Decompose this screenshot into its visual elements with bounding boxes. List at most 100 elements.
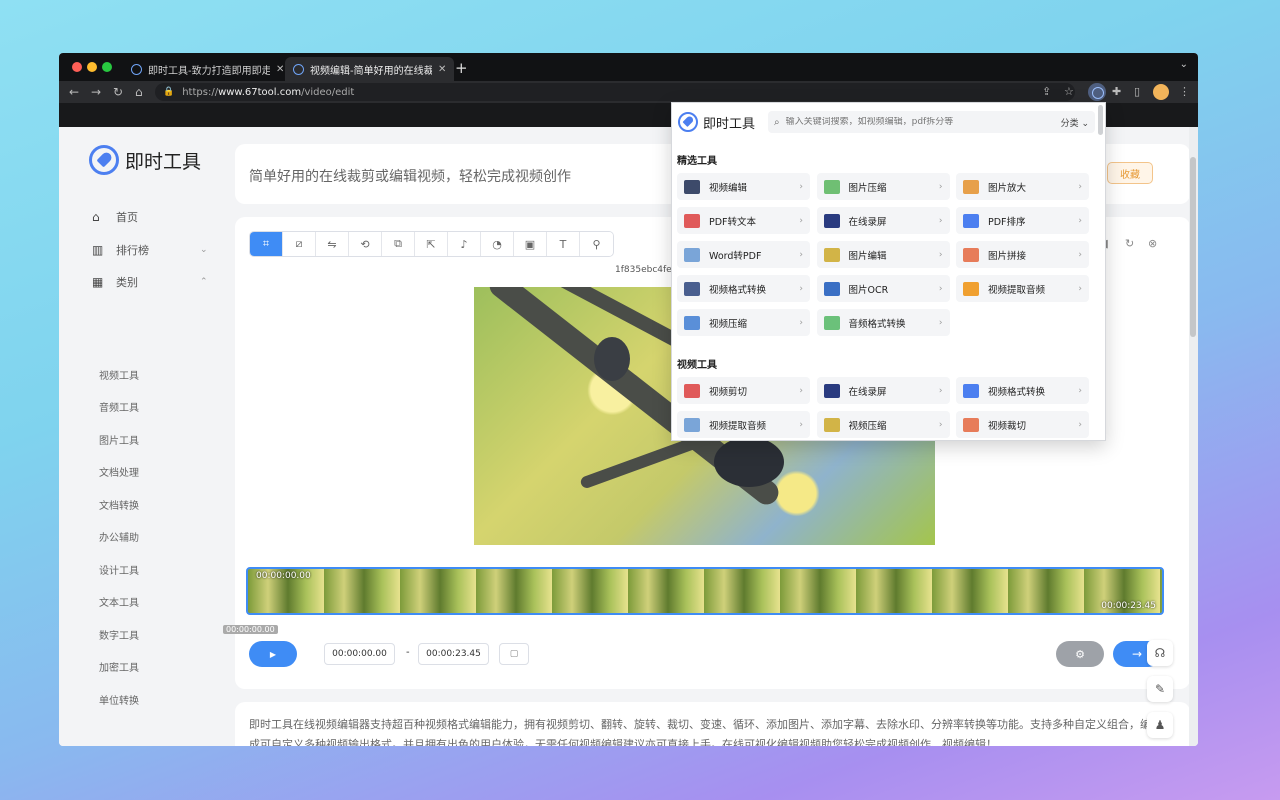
popup-tool-item[interactable]: 视频提取音频 › <box>677 411 810 438</box>
popup-logo[interactable]: 即时工具 <box>678 112 755 132</box>
favorite-button[interactable]: 收藏 <box>1107 162 1153 184</box>
play-button[interactable]: ▶ <box>249 641 297 667</box>
popup-tool-item[interactable]: 视频剪切 › <box>677 377 810 404</box>
sidebar-sub-image[interactable]: 图片工具 <box>99 432 139 447</box>
url-field[interactable]: 🔒 https://www.67tool.com/video/edit <box>155 83 1075 101</box>
sidebar-sub-audio[interactable]: 音频工具 <box>99 399 139 414</box>
text-tool-icon[interactable]: T <box>547 232 580 256</box>
popup-tool-item[interactable]: 视频压缩 › <box>816 411 950 438</box>
close-window-button[interactable] <box>72 62 82 72</box>
category-dropdown[interactable]: 分类 ⌄ <box>1061 116 1089 129</box>
image-tool-icon[interactable]: ▣ <box>514 232 547 256</box>
qq-penguin-icon[interactable]: ♟ <box>1147 712 1173 738</box>
support-headset-icon[interactable]: ☊ <box>1147 640 1173 666</box>
popup-tool-item[interactable]: 视频提取音频 › <box>956 275 1089 302</box>
tab-video-edit[interactable]: 视频编辑-简单好用的在线裁剪或编辑视频 ✕ <box>285 57 455 81</box>
popup-tool-item[interactable]: 在线录屏 › <box>816 377 950 404</box>
speed-tool-icon[interactable]: ◔ <box>481 232 514 256</box>
maximize-window-button[interactable] <box>102 62 112 72</box>
share-icon[interactable]: ⇪ <box>1042 85 1051 98</box>
export-tool-icon[interactable]: ⇱ <box>415 232 448 256</box>
back-icon[interactable]: ← <box>69 85 79 99</box>
refresh-icon[interactable]: ↻ <box>1125 237 1134 250</box>
sidebar-sub-design[interactable]: 设计工具 <box>99 562 139 577</box>
extensions-puzzle-icon[interactable]: ✚ <box>1112 85 1121 98</box>
sidebar-sub-video[interactable]: 视频工具 <box>99 367 139 382</box>
tab-close-icon[interactable]: ✕ <box>438 64 446 75</box>
sidebar-item-home[interactable]: ⌂ 首页 <box>92 209 138 225</box>
scrollbar-thumb[interactable] <box>1190 157 1196 337</box>
sidebar-sub-office[interactable]: 办公辅助 <box>99 529 139 544</box>
minimize-window-button[interactable] <box>87 62 97 72</box>
home-page-icon[interactable]: ⌂ <box>135 85 143 99</box>
loop-tool-icon[interactable]: ⧉ <box>382 232 415 256</box>
tool-label: 视频格式转换 <box>709 284 767 296</box>
bookmark-star-icon[interactable]: ☆ <box>1064 85 1074 98</box>
tab-home[interactable]: 即时工具-致力打造即用即走型在线工具 ✕ <box>123 57 292 81</box>
settings-button[interactable]: ⚙ <box>1056 641 1104 667</box>
popup-tool-item[interactable]: Word转PDF › <box>677 241 810 268</box>
tab-search-icon[interactable]: ⌄ <box>1180 59 1188 70</box>
play-icon: ▶ <box>269 649 277 659</box>
forward-icon[interactable]: → <box>91 85 101 99</box>
popup-tool-item[interactable]: 视频编辑 › <box>677 173 810 200</box>
popup-tool-item[interactable]: 视频格式转换 › <box>956 377 1089 404</box>
close-circle-icon[interactable]: ⊗ <box>1148 237 1157 250</box>
site-logo[interactable]: 即时工具 <box>89 145 201 175</box>
tab-close-icon[interactable]: ✕ <box>276 64 284 75</box>
popup-search-input[interactable] <box>785 117 1046 127</box>
popup-scrollbar-thumb[interactable] <box>1098 105 1103 135</box>
side-panel-icon[interactable]: ▯ <box>1134 85 1140 98</box>
tab-title: 视频编辑-简单好用的在线裁剪或编辑视频 <box>310 65 432 77</box>
popup-tool-item[interactable]: 在线录屏 › <box>816 207 950 234</box>
extension-active-icon[interactable] <box>1088 83 1106 101</box>
capture-frame-button[interactable]: ▢ <box>499 643 529 665</box>
description-line: 即时工具在线视频编辑器支持超百种视频格式编辑能力，拥有视频剪切、翻转、旋转、裁切… <box>249 718 1162 731</box>
tool-icon <box>823 281 840 296</box>
page-scrollbar[interactable] <box>1189 127 1198 746</box>
popup-tool-item[interactable]: 视频格式转换 › <box>677 275 810 302</box>
popup-tool-item[interactable]: PDF排序 › <box>956 207 1089 234</box>
sidebar-sub-number[interactable]: 数字工具 <box>99 627 139 642</box>
new-tab-icon[interactable]: + <box>455 59 468 77</box>
reload-icon[interactable]: ↻ <box>113 85 123 99</box>
popup-tool-item[interactable]: 图片OCR › <box>816 275 950 302</box>
feedback-chat-icon[interactable]: ✎ <box>1147 676 1173 702</box>
playhead-time[interactable]: 00:00:00.00 <box>223 625 278 634</box>
sidebar-sub-encrypt[interactable]: 加密工具 <box>99 659 139 674</box>
popup-tool-item[interactable]: 图片编辑 › <box>816 241 950 268</box>
start-time-input[interactable]: 00:00:00.00 <box>324 643 395 665</box>
popup-tool-item[interactable]: 图片压缩 › <box>816 173 950 200</box>
rocket-logo-icon <box>89 145 119 175</box>
sidebar-item-label: 类别 <box>116 276 138 289</box>
sidebar-item-category[interactable]: ▦ 类别 ⌃ <box>92 274 208 290</box>
sidebar-sub-text[interactable]: 文本工具 <box>99 594 139 609</box>
chevron-right-icon: › <box>799 283 803 294</box>
menu-dots-icon[interactable]: ⋮ <box>1179 85 1190 98</box>
site-favicon-icon <box>131 63 142 75</box>
chevron-right-icon: › <box>799 249 803 260</box>
popup-tool-item[interactable]: 音频格式转换 › <box>816 309 950 336</box>
tool-icon <box>823 213 840 228</box>
popup-tool-item[interactable]: 图片放大 › <box>956 173 1089 200</box>
sidebar-sub-doc-process[interactable]: 文档处理 <box>99 464 139 479</box>
profile-avatar[interactable] <box>1153 84 1169 100</box>
popup-tool-item[interactable]: PDF转文本 › <box>677 207 810 234</box>
popup-tool-item[interactable]: 视频压缩 › <box>677 309 810 336</box>
rotate-tool-icon[interactable]: ⟲ <box>349 232 382 256</box>
sidebar-item-ranking[interactable]: ▥ 排行榜 ⌄ <box>92 242 208 258</box>
popup-tool-item[interactable]: 视频裁切 › <box>956 411 1089 438</box>
end-time-input[interactable]: 00:00:23.45 <box>418 643 489 665</box>
sidebar-sub-doc-convert[interactable]: 文档转换 <box>99 497 139 512</box>
volume-tool-icon[interactable]: ♪ <box>448 232 481 256</box>
video-timeline[interactable]: 00:00:00.00 00:00:23.45 <box>246 567 1164 615</box>
crop-tool-icon[interactable]: ⧄ <box>283 232 316 256</box>
watermark-tool-icon[interactable]: ⚲ <box>580 232 613 256</box>
tool-label: 视频压缩 <box>709 318 748 330</box>
popup-tool-item[interactable]: 图片拼接 › <box>956 241 1089 268</box>
trim-tool-icon[interactable]: ⌗ <box>250 232 283 256</box>
chevron-right-icon: › <box>799 419 803 430</box>
sidebar-sub-unit[interactable]: 单位转换 <box>99 692 139 707</box>
chevron-right-icon: › <box>799 317 803 328</box>
flip-tool-icon[interactable]: ⇋ <box>316 232 349 256</box>
